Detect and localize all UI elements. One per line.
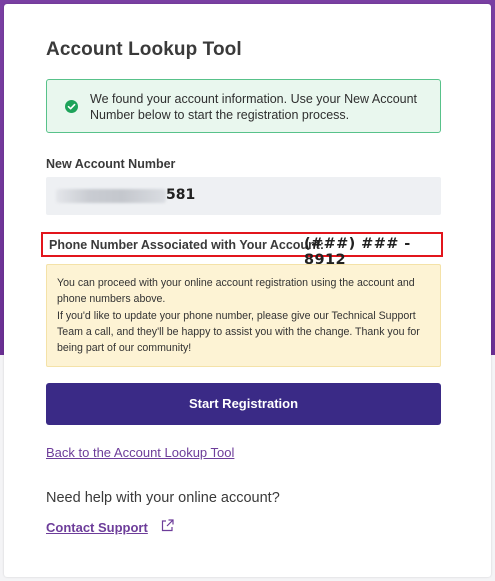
masked-account-digits — [56, 189, 166, 203]
account-number-field: 581 — [46, 177, 441, 215]
notice-paragraph-2: If you'd like to update your phone numbe… — [57, 310, 420, 354]
back-to-lookup-link[interactable]: Back to the Account Lookup Tool — [46, 445, 234, 460]
account-number-suffix: 581 — [166, 187, 196, 203]
check-circle-icon — [65, 100, 78, 113]
start-registration-button[interactable]: Start Registration — [46, 383, 441, 425]
phone-number-label: Phone Number Associated with Your Accoun… — [49, 238, 325, 252]
external-link-icon[interactable] — [160, 518, 175, 533]
help-text: Need help with your online account? — [46, 490, 280, 506]
page-title: Account Lookup Tool — [46, 39, 242, 60]
account-number-label: New Account Number — [46, 157, 176, 171]
phone-number-highlight: Phone Number Associated with Your Accoun… — [41, 232, 443, 268]
contact-support-link[interactable]: Contact Support — [46, 520, 148, 535]
success-message: We found your account information. Use y… — [90, 92, 418, 122]
success-alert: We found your account information. Use y… — [46, 79, 441, 133]
info-notice: You can proceed with your online account… — [46, 264, 441, 367]
notice-paragraph-1: You can proceed with your online account… — [57, 277, 415, 305]
